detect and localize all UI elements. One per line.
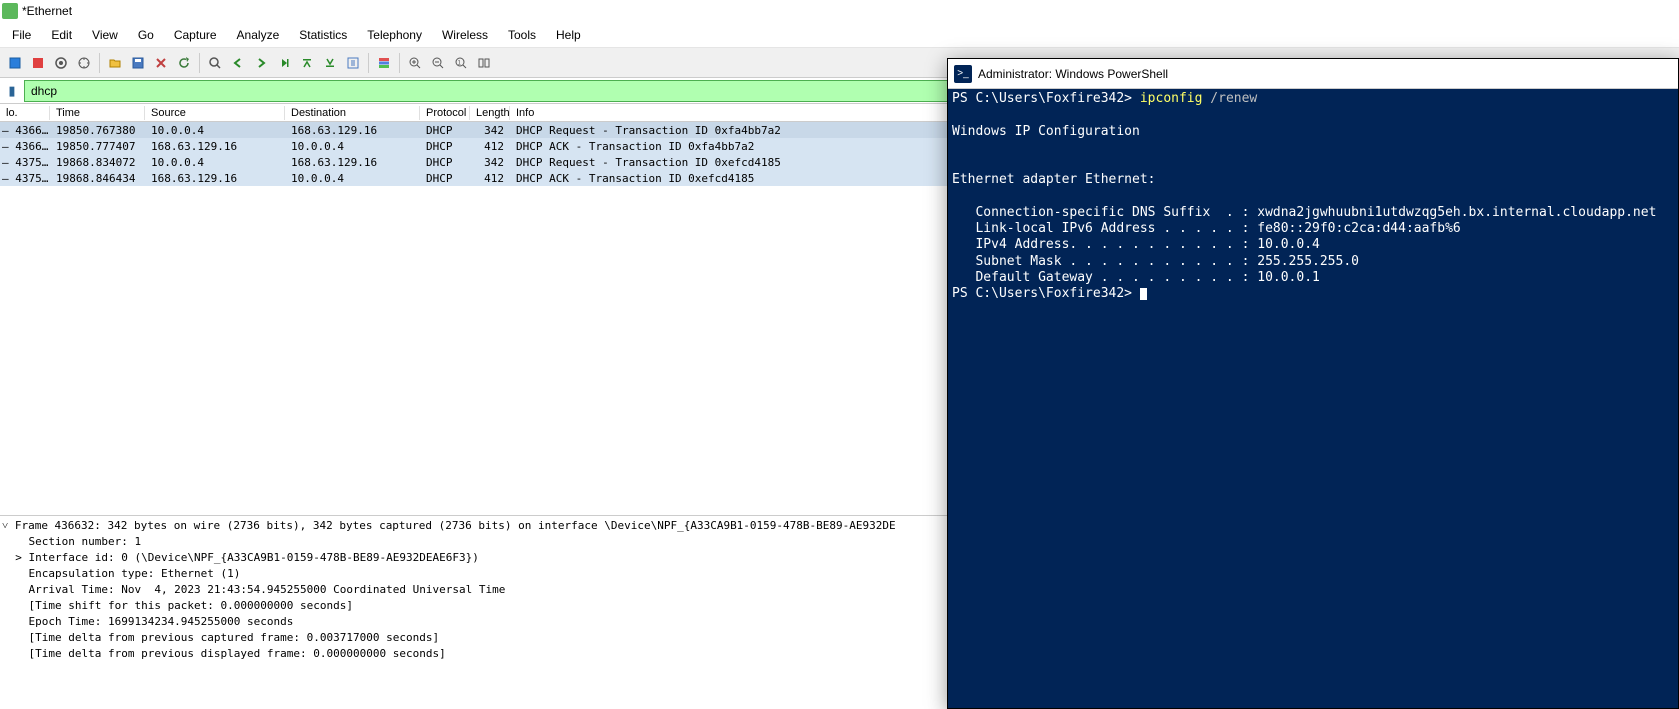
menu-file[interactable]: File: [2, 24, 41, 46]
menu-analyze[interactable]: Analyze: [227, 24, 290, 46]
stop-capture-icon[interactable]: [27, 52, 49, 74]
cursor-icon: [1140, 288, 1147, 300]
menu-go[interactable]: Go: [128, 24, 164, 46]
zoom-out-icon[interactable]: [427, 52, 449, 74]
powershell-icon: >_: [954, 65, 972, 83]
powershell-window: >_ Administrator: Windows PowerShell PS …: [947, 58, 1679, 709]
col-header-protocol[interactable]: Protocol: [420, 106, 470, 120]
separator: [199, 53, 200, 73]
filter-bookmark-icon[interactable]: ▮: [2, 81, 22, 101]
ps-line: Default Gateway . . . . . . . . . : 10.0…: [952, 270, 1320, 285]
menu-help[interactable]: Help: [546, 24, 591, 46]
ps-line: Ethernet adapter Ethernet:: [952, 172, 1156, 187]
wireshark-app-icon: [2, 3, 18, 19]
ps-prompt: PS C:\Users\Foxfire342>: [952, 286, 1140, 301]
col-header-length[interactable]: Length: [470, 106, 510, 120]
restart-capture-icon[interactable]: [50, 52, 72, 74]
menu-statistics[interactable]: Statistics: [289, 24, 357, 46]
capture-options-icon[interactable]: [73, 52, 95, 74]
separator: [99, 53, 100, 73]
ps-line: Windows IP Configuration: [952, 124, 1140, 139]
col-header-destination[interactable]: Destination: [285, 106, 420, 120]
col-header-source[interactable]: Source: [145, 106, 285, 120]
ps-prompt: PS C:\Users\Foxfire342>: [952, 91, 1140, 106]
separator: [399, 53, 400, 73]
window-title: *Ethernet: [22, 4, 72, 18]
ps-arg: /renew: [1202, 91, 1257, 106]
find-packet-icon[interactable]: [204, 52, 226, 74]
reload-file-icon[interactable]: [173, 52, 195, 74]
go-to-packet-icon[interactable]: [273, 52, 295, 74]
ps-line: Link-local IPv6 Address . . . . . : fe80…: [952, 221, 1461, 236]
powershell-terminal[interactable]: PS C:\Users\Foxfire342> ipconfig /renew …: [948, 89, 1678, 304]
open-file-icon[interactable]: [104, 52, 126, 74]
ps-line: IPv4 Address. . . . . . . . . . . : 10.0…: [952, 237, 1320, 252]
menu-tools[interactable]: Tools: [498, 24, 546, 46]
menu-telephony[interactable]: Telephony: [357, 24, 432, 46]
menu-view[interactable]: View: [82, 24, 128, 46]
ps-line: Connection-specific DNS Suffix . : xwdna…: [952, 205, 1656, 220]
auto-scroll-icon[interactable]: [342, 52, 364, 74]
zoom-reset-icon[interactable]: 1: [450, 52, 472, 74]
separator: [368, 53, 369, 73]
ps-line: Subnet Mask . . . . . . . . . . . : 255.…: [952, 254, 1359, 269]
save-file-icon[interactable]: [127, 52, 149, 74]
menubar: File Edit View Go Capture Analyze Statis…: [0, 22, 1679, 48]
wireshark-titlebar: *Ethernet: [0, 0, 1679, 22]
close-file-icon[interactable]: [150, 52, 172, 74]
ps-command: ipconfig: [1140, 91, 1203, 106]
col-header-no[interactable]: lo.: [0, 106, 50, 120]
go-back-icon[interactable]: [227, 52, 249, 74]
go-first-icon[interactable]: [296, 52, 318, 74]
zoom-in-icon[interactable]: [404, 52, 426, 74]
go-last-icon[interactable]: [319, 52, 341, 74]
resize-columns-icon[interactable]: [473, 52, 495, 74]
powershell-titlebar[interactable]: >_ Administrator: Windows PowerShell: [948, 59, 1678, 89]
powershell-title-text: Administrator: Windows PowerShell: [978, 67, 1168, 81]
col-header-time[interactable]: Time: [50, 106, 145, 120]
menu-edit[interactable]: Edit: [41, 24, 82, 46]
menu-wireless[interactable]: Wireless: [432, 24, 498, 46]
menu-capture[interactable]: Capture: [164, 24, 227, 46]
colorize-icon[interactable]: [373, 52, 395, 74]
go-forward-icon[interactable]: [250, 52, 272, 74]
start-capture-icon[interactable]: [4, 52, 26, 74]
